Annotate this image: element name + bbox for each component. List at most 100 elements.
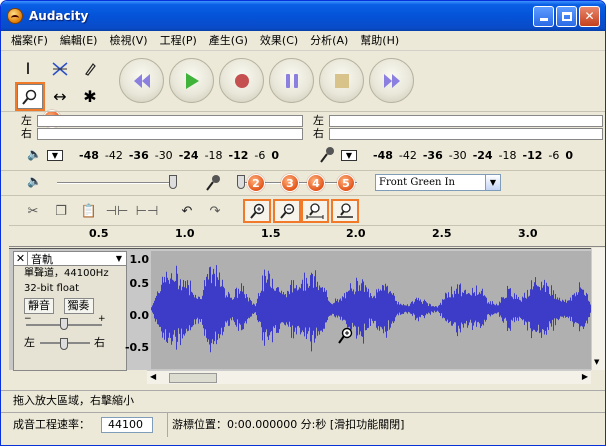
audacity-icon	[7, 8, 23, 24]
ruler-tick: 2.5	[432, 227, 452, 240]
menu-generate[interactable]: 產生(G)	[203, 31, 254, 51]
callout-3: 3	[281, 174, 299, 192]
minimize-button[interactable]	[533, 5, 554, 27]
playback-meter: 左 右 🔈 ▼ -48 -42 -36 -30 -24 -18 -12 -6 0	[19, 114, 309, 168]
input-volume-slider[interactable]	[237, 175, 245, 189]
gain-slider[interactable]	[60, 318, 68, 330]
selection-tool-icon[interactable]: I	[15, 56, 41, 81]
playback-meter-right-bar	[37, 128, 303, 140]
title-bar[interactable]: Audacity ✕	[1, 1, 605, 31]
scale-tick: -30	[154, 149, 173, 162]
playback-meter-left-bar	[37, 115, 303, 127]
menu-analyze[interactable]: 分析(A)	[304, 31, 354, 51]
output-volume-slider[interactable]	[169, 175, 177, 189]
play-button[interactable]	[169, 58, 214, 103]
menu-view[interactable]: 檢視(V)	[103, 31, 153, 51]
input-source-select[interactable]: Front Green In ▼	[375, 174, 501, 191]
zoom-tool-icon[interactable]	[15, 82, 45, 111]
zoom-in-button[interactable]	[243, 199, 271, 223]
waveform-display[interactable]	[151, 251, 591, 369]
ruler-tick: 0.5	[89, 227, 109, 240]
close-track-icon[interactable]: ✕	[14, 252, 28, 265]
copy-icon[interactable]: ❐	[49, 200, 73, 222]
skip-end-button[interactable]	[369, 58, 414, 103]
trim-icon[interactable]: ⊣⊢	[105, 200, 129, 222]
silence-icon[interactable]: ⊢⊣	[135, 200, 159, 222]
playback-meter-dropdown-icon[interactable]: ▼	[47, 150, 63, 161]
fit-selection-button[interactable]	[301, 199, 329, 223]
project-rate-input[interactable]: 44100	[101, 417, 153, 433]
menu-bar: 檔案(F) 編輯(E) 檢視(V) 工程(P) 產生(G) 效果(C) 分析(A…	[1, 31, 605, 51]
zoom-out-button[interactable]	[273, 199, 301, 223]
scale-tick: -6	[254, 149, 266, 162]
track-menu-icon[interactable]: ▼	[112, 254, 126, 263]
paste-icon[interactable]: 📋	[77, 200, 101, 222]
fit-project-button[interactable]	[331, 199, 359, 223]
skip-start-button[interactable]	[119, 58, 164, 103]
maximize-button[interactable]	[556, 5, 577, 27]
toolbar-row: I ↔ ✱ 1	[1, 52, 605, 128]
scale-tick: -48	[79, 149, 99, 162]
scale-tick: 0	[565, 149, 574, 162]
pan-right-label: 右	[94, 336, 105, 349]
horizontal-scroll-thumb[interactable]	[169, 373, 217, 383]
status-hint: 拖入放大區域，右擊縮小	[1, 390, 605, 410]
track-name: 音軌	[31, 252, 53, 266]
input-volume-icon	[205, 174, 221, 195]
meter-left-label: 左	[21, 114, 32, 127]
chevron-down-icon[interactable]: ▼	[485, 175, 500, 190]
meter-toolbar: 左 右 🔈 ▼ -48 -42 -36 -30 -24 -18 -12 -6 0 左 右 ▼ -…	[1, 111, 605, 169]
scroll-down-icon[interactable]: ▼	[594, 358, 599, 366]
output-volume-icon: 🔈	[27, 174, 42, 188]
menu-file[interactable]: 檔案(F)	[5, 31, 54, 51]
scroll-right-icon[interactable]: ▶	[582, 372, 588, 381]
zoom-cursor-icon	[337, 327, 353, 348]
undo-icon[interactable]: ↶	[175, 200, 199, 222]
timeshift-tool-icon[interactable]: ↔	[47, 84, 73, 109]
scale-tick: -12	[522, 149, 543, 162]
mute-button[interactable]: 靜音	[24, 298, 54, 314]
stop-button[interactable]	[319, 58, 364, 103]
edit-toolbar: ✂ ❐ 📋 ⊣⊢ ⊢⊣ ↶ ↷	[1, 195, 605, 225]
meter-right-label: 右	[21, 127, 32, 140]
cut-icon[interactable]: ✂	[21, 200, 45, 222]
redo-icon[interactable]: ↷	[203, 200, 227, 222]
scale-tick: -42	[104, 149, 123, 162]
horizontal-scrollbar[interactable]: ◀ ▶	[147, 370, 591, 384]
envelope-tool-icon[interactable]	[47, 56, 73, 81]
output-volume-track[interactable]	[57, 182, 177, 184]
menu-help[interactable]: 幫助(H)	[354, 31, 405, 51]
callout-4: 4	[307, 174, 325, 192]
menu-effect[interactable]: 效果(C)	[254, 31, 304, 51]
draw-tool-icon[interactable]	[77, 56, 103, 81]
project-rate-label: 成音工程速率：	[13, 418, 90, 431]
track-format: 單聲道，44100Hz	[24, 268, 109, 279]
scale-tick: -42	[398, 149, 417, 162]
amp-label: -0.5	[124, 341, 149, 354]
amp-label: 0.0	[129, 309, 150, 322]
vertical-scrollbar[interactable]: ▼	[591, 248, 605, 370]
close-button[interactable]: ✕	[579, 5, 600, 27]
menu-edit[interactable]: 編輯(E)	[54, 31, 104, 51]
record-meter-scale: -48 -42 -36 -30 -24 -18 -12 -6 0	[373, 149, 579, 162]
status-bar: 成音工程速率： 44100 游標位置：0:00.000000 分:秒 [滑扣功能…	[1, 412, 605, 437]
scroll-left-icon[interactable]: ◀	[150, 372, 156, 381]
meter-right-label: 右	[313, 127, 324, 140]
record-meter: 左 右 ▼ -48 -42 -36 -30 -24 -18 -12 -6 0	[311, 114, 605, 168]
meter-left-label: 左	[313, 114, 324, 127]
timeline-ruler[interactable]: 0.5 1.0 1.5 2.0 2.5 3.0	[9, 225, 605, 247]
pause-button[interactable]	[269, 58, 314, 103]
record-meter-dropdown-icon[interactable]: ▼	[341, 150, 357, 161]
multi-tool-icon[interactable]: ✱	[77, 84, 103, 109]
solo-button[interactable]: 獨奏	[63, 298, 94, 314]
scale-tick: -18	[204, 149, 223, 162]
ruler-tick: 1.5	[261, 227, 281, 240]
record-meter-left-bar	[329, 115, 603, 127]
window-title: Audacity	[29, 9, 89, 23]
track-name-bar[interactable]: ✕ 音軌 ▼	[14, 252, 126, 266]
menu-project[interactable]: 工程(P)	[154, 31, 203, 51]
pan-slider[interactable]	[60, 338, 68, 350]
mixer-toolbar: 🔈 Front Green In ▼ 2 3 4 5	[1, 170, 605, 194]
record-button[interactable]	[219, 58, 264, 103]
scale-tick: -24	[472, 149, 493, 162]
